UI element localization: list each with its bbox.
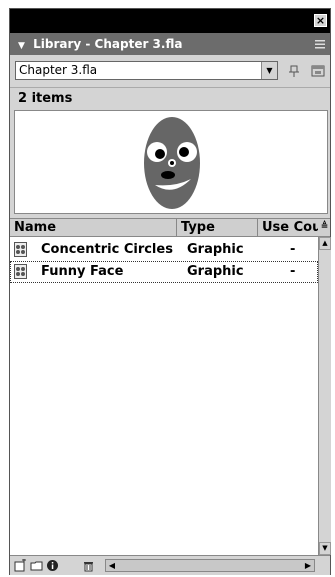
column-header-use-count[interactable]: Use Cour <box>258 219 318 236</box>
library-bottom-toolbar: ◀ ▶ <box>10 555 330 575</box>
list-item[interactable]: Concentric Circles Graphic - <box>10 239 318 261</box>
properties-icon[interactable] <box>46 559 59 572</box>
library-panel: × ▼ Library - Chapter 3.fla Chapter 3.fl… <box>9 8 331 575</box>
panel-options-menu-icon[interactable] <box>314 38 326 50</box>
list-item[interactable]: Funny Face Graphic - <box>10 261 318 283</box>
scroll-down-icon[interactable]: ▼ <box>319 542 331 555</box>
horizontal-scrollbar[interactable]: ◀ ▶ <box>105 559 315 572</box>
item-name: Funny Face <box>41 264 124 279</box>
item-use-count: - <box>290 242 296 257</box>
item-use-count: - <box>290 264 296 279</box>
scroll-up-icon[interactable]: ▲ <box>319 237 331 250</box>
graphic-symbol-icon <box>14 242 27 257</box>
funny-face-preview-image <box>144 117 200 209</box>
new-library-panel-icon[interactable] <box>310 63 326 79</box>
panel-title: Library - Chapter 3.fla <box>33 37 183 51</box>
panel-titlebar[interactable]: ▼ Library - Chapter 3.fla <box>10 33 330 55</box>
vertical-scrollbar[interactable]: ▲ ▼ <box>318 237 331 555</box>
pin-library-icon[interactable] <box>286 63 302 79</box>
library-list-header: Name Type Use Cour ≜ <box>10 218 330 237</box>
library-document-select[interactable]: Chapter 3.fla ▼ <box>15 61 278 80</box>
scroll-left-icon[interactable]: ◀ <box>106 560 118 571</box>
new-folder-icon[interactable] <box>30 559 43 572</box>
library-item-list: Concentric Circles Graphic - Funny Face … <box>10 237 318 555</box>
item-type: Graphic <box>187 264 244 279</box>
new-symbol-icon[interactable] <box>14 559 27 572</box>
column-header-type[interactable]: Type <box>177 219 258 236</box>
symbol-preview-pane <box>14 110 328 214</box>
item-count: 2 items <box>10 87 330 109</box>
trash-icon[interactable] <box>82 559 95 572</box>
panel-top-bar: × <box>10 9 330 33</box>
collapse-triangle-icon[interactable]: ▼ <box>18 41 25 51</box>
column-header-name[interactable]: Name <box>10 219 177 236</box>
close-button[interactable]: × <box>314 14 327 27</box>
graphic-symbol-icon <box>14 264 27 279</box>
item-type: Graphic <box>187 242 244 257</box>
scroll-right-icon[interactable]: ▶ <box>302 560 314 571</box>
sort-order-icon[interactable]: ≜ <box>318 219 331 236</box>
chevron-down-icon[interactable]: ▼ <box>261 62 277 79</box>
library-select-value: Chapter 3.fla <box>19 63 98 77</box>
item-name: Concentric Circles <box>41 242 173 257</box>
